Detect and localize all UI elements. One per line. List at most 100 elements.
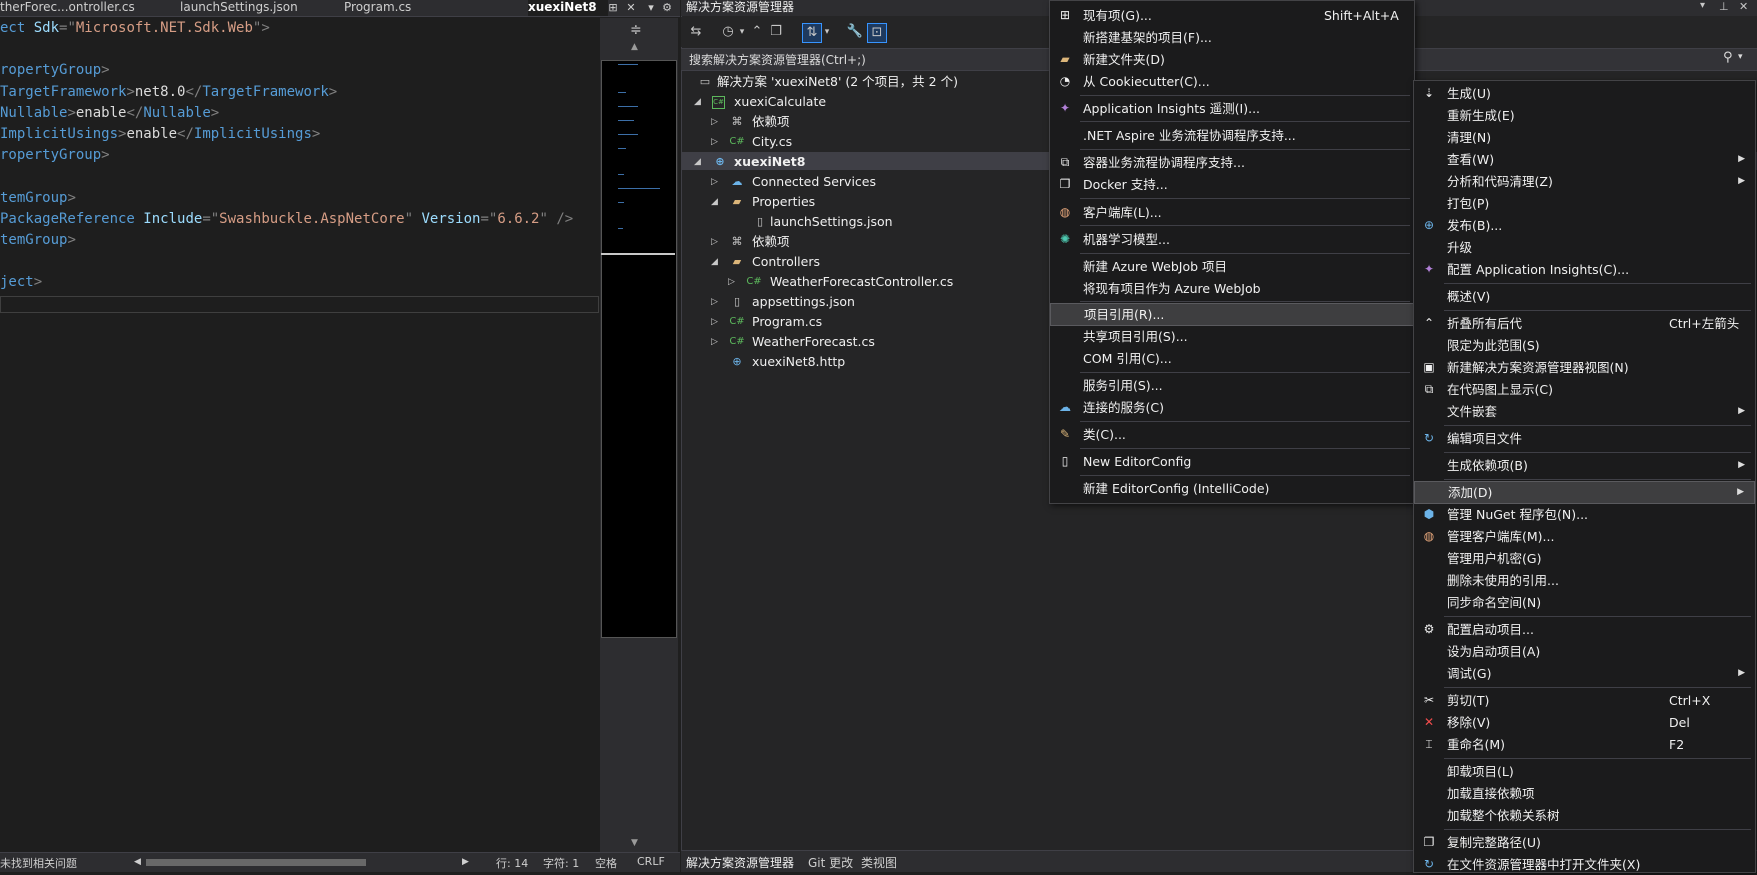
menu-item-shared-project-reference[interactable]: 共享项目引用(S)...	[1050, 326, 1414, 347]
tab-solution-explorer[interactable]: 解决方案资源管理器	[686, 854, 794, 871]
menu-item-load-dep-tree[interactable]: 加载整个依赖关系树	[1414, 805, 1755, 826]
menu-item-client-library[interactable]: ◍ 客户端库(L)...	[1050, 202, 1414, 223]
menu-item-container[interactable]: ⧉ 容器业务流程协调程序支持...	[1050, 152, 1414, 173]
menu-item-service-reference[interactable]: 服务引用(S)...	[1050, 375, 1414, 396]
collapse-arrow-icon[interactable]: ◢	[694, 92, 701, 112]
expand-arrow-icon[interactable]: ▷	[711, 312, 718, 332]
menu-item-set-as-startup[interactable]: 设为启动项目(A)	[1414, 641, 1755, 662]
scroll-up-icon[interactable]: ▲	[631, 42, 638, 52]
menu-item-clean[interactable]: 清理(N)	[1414, 127, 1755, 148]
menu-item-pack[interactable]: 打包(P)	[1414, 193, 1755, 214]
menu-item-scaffolded[interactable]: 新搭建基架的项目(F)...	[1050, 27, 1414, 48]
tree-item-dependencies-2[interactable]: ▷ ⌘ 依赖项	[711, 232, 790, 252]
tab-program[interactable]: Program.cs	[344, 0, 454, 16]
menu-item-manage-nuget[interactable]: ⬢ 管理 NuGet 程序包(N)...	[1414, 504, 1755, 525]
tree-item-xuexicalculate[interactable]: ◢ C# xuexiCalculate	[694, 92, 826, 112]
tab-class-view[interactable]: 类视图	[861, 854, 897, 871]
menu-item-debug[interactable]: 调试(G) ▶	[1414, 663, 1755, 684]
tree-item-city-cs[interactable]: ▷ C# City.cs	[711, 132, 792, 152]
line-ending-status[interactable]: CRLF	[637, 855, 665, 868]
menu-item-load-direct-deps[interactable]: 加载直接依赖项	[1414, 783, 1755, 804]
menu-item-rebuild[interactable]: 重新生成(E)	[1414, 105, 1755, 126]
menu-item-class[interactable]: ✎ 类(C)...	[1050, 424, 1414, 445]
pin-icon[interactable]: ⊞	[606, 1, 620, 15]
menu-item-existing-webjob[interactable]: 将现有项目作为 Azure WebJob	[1050, 278, 1414, 299]
expand-arrow-icon[interactable]: ▷	[711, 292, 718, 312]
expand-arrow-icon[interactable]: ▷	[728, 272, 735, 292]
menu-item-view[interactable]: 查看(W) ▶	[1414, 149, 1755, 170]
menu-item-manage-user-secrets[interactable]: 管理用户机密(G)	[1414, 548, 1755, 569]
menu-item-new-view[interactable]: ▣ 新建解决方案资源管理器视图(N)	[1414, 357, 1755, 378]
menu-item-azure-webjob[interactable]: 新建 Azure WebJob 项目	[1050, 256, 1414, 277]
menu-item-aspire[interactable]: .NET Aspire 业务流程协调程序支持...	[1050, 125, 1414, 146]
properties-wrench-icon[interactable]: 🔧	[846, 23, 864, 41]
menu-item-configure-app-insights[interactable]: ✦ 配置 Application Insights(C)...	[1414, 259, 1755, 280]
menu-item-file-nesting[interactable]: 文件嵌套 ▶	[1414, 401, 1755, 422]
tab-launchsettings[interactable]: launchSettings.json	[180, 0, 330, 16]
menu-item-unload-project[interactable]: 卸载项目(L)	[1414, 761, 1755, 782]
menu-item-upgrade[interactable]: 升级	[1414, 237, 1755, 258]
tab-git-changes[interactable]: Git 更改	[808, 854, 853, 871]
menu-item-collapse-all[interactable]: ⌃ 折叠所有后代 Ctrl+左箭头	[1414, 313, 1755, 334]
char-position-status[interactable]: 字符: 1	[543, 855, 579, 871]
expand-arrow-icon[interactable]: ▷	[711, 332, 718, 352]
collapse-arrow-icon[interactable]: ◢	[694, 152, 701, 172]
menu-item-com-reference[interactable]: COM 引用(C)...	[1050, 348, 1414, 369]
horizontal-scrollbar-thumb[interactable]	[146, 859, 366, 866]
menu-item-analyze[interactable]: 分析和代码清理(Z) ▶	[1414, 171, 1755, 192]
scroll-right-icon[interactable]: ▶	[462, 857, 469, 867]
collapse-all-icon[interactable]: ⌃	[748, 23, 766, 41]
menu-item-open-in-explorer[interactable]: ↻ 在文件资源管理器中打开文件夹(X)	[1414, 854, 1755, 875]
menu-item-editorconfig[interactable]: ▯ New EditorConfig	[1050, 451, 1414, 472]
tree-item-solution[interactable]: ▭ 解决方案 'xuexiNet8' (2 个项目，共 2 个)	[697, 72, 958, 92]
menu-item-rename[interactable]: ⌶ 重命名(M) F2	[1414, 734, 1755, 755]
menu-item-build[interactable]: ⇣ 生成(U)	[1414, 83, 1755, 104]
expand-arrow-icon[interactable]: ▷	[711, 172, 718, 192]
expand-arrow-icon[interactable]: ▷	[711, 232, 718, 252]
menu-item-ml-model[interactable]: ✺ 机器学习模型...	[1050, 229, 1414, 250]
tree-item-launchsettings[interactable]: ▯ launchSettings.json	[745, 212, 893, 232]
menu-item-overview[interactable]: 概述(V)	[1414, 286, 1755, 307]
menu-item-build-dependencies[interactable]: 生成依赖项(B) ▶	[1414, 455, 1755, 476]
line-number-status[interactable]: 行: 14	[496, 855, 528, 871]
tree-item-http-file[interactable]: ⊕ xuexiNet8.http	[729, 352, 845, 372]
menu-item-cookiecutter[interactable]: ◔ 从 Cookiecutter(C)...	[1050, 71, 1414, 92]
chevron-down-icon[interactable]: ▾	[818, 23, 836, 41]
menu-item-add[interactable]: 添加(D) ▶	[1414, 481, 1755, 504]
menu-item-connected-service[interactable]: ☁ 连接的服务(C)	[1050, 397, 1414, 418]
issues-status[interactable]: 未找到相关问题	[0, 855, 77, 871]
menu-item-manage-client-libraries[interactable]: ◍ 管理客户端库(M)...	[1414, 526, 1755, 547]
menu-item-scope-to-this[interactable]: 限定为此范围(S)	[1414, 335, 1755, 356]
menu-item-editorconfig-intellicode[interactable]: 新建 EditorConfig (IntelliCode)	[1050, 478, 1414, 499]
indent-status[interactable]: 空格	[595, 855, 617, 871]
chevron-down-icon[interactable]: ▾	[644, 1, 658, 15]
menu-item-edit-project-file[interactable]: ↻ 编辑项目文件	[1414, 428, 1755, 449]
scroll-down-icon[interactable]: ▼	[631, 838, 638, 848]
chevron-down-icon[interactable]: ▾	[1738, 52, 1743, 62]
tree-item-weatherforecastcontroller[interactable]: ▷ C# WeatherForecastController.cs	[728, 272, 953, 292]
tree-item-controllers[interactable]: ◢ ▰ Controllers	[711, 252, 820, 272]
expand-arrow-icon[interactable]: ▷	[711, 132, 718, 152]
menu-item-remove-unused-references[interactable]: 删除未使用的引用...	[1414, 570, 1755, 591]
tree-item-properties[interactable]: ◢ ▰ Properties	[711, 192, 815, 212]
menu-item-remove[interactable]: ✕ 移除(V) Del	[1414, 712, 1755, 733]
close-icon[interactable]: ✕	[624, 1, 638, 15]
menu-item-copy-full-path[interactable]: ❐ 复制完整路径(U)	[1414, 832, 1755, 853]
expand-arrow-icon[interactable]: ▷	[711, 112, 718, 132]
menu-item-existing-item[interactable]: ⊞ 现有项(G)... Shift+Alt+A	[1050, 5, 1414, 26]
collapse-arrow-icon[interactable]: ◢	[711, 192, 718, 212]
collapse-arrow-icon[interactable]: ◢	[711, 252, 718, 272]
menu-item-cut[interactable]: ✂ 剪切(T) Ctrl+X	[1414, 690, 1755, 711]
chevron-down-icon[interactable]: ▾	[1700, 0, 1705, 11]
menu-item-publish[interactable]: ⊕ 发布(B)...	[1414, 215, 1755, 236]
pin-icon[interactable]: ⊥	[1719, 0, 1729, 13]
gear-icon[interactable]: ⚙	[660, 1, 674, 15]
tree-item-connected-services[interactable]: ▷ ☁ Connected Services	[711, 172, 876, 192]
menu-item-sync-namespaces[interactable]: 同步命名空间(N)	[1414, 592, 1755, 613]
close-icon[interactable]: ✕	[1739, 0, 1748, 13]
tree-item-xuexinet8[interactable]: ◢ ⊕ xuexiNet8	[694, 152, 805, 172]
split-editor-icon[interactable]: ≑	[630, 22, 642, 38]
menu-item-project-reference[interactable]: 项目引用(R)...	[1050, 303, 1414, 326]
tree-item-program-cs[interactable]: ▷ C# Program.cs	[711, 312, 822, 332]
scroll-left-icon[interactable]: ◀	[134, 857, 141, 867]
